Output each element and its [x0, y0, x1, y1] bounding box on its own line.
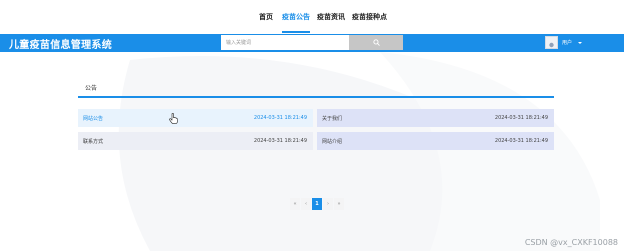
caret-down-icon [578, 42, 582, 44]
notice-date: 2024-03-31 18:21:49 [494, 115, 548, 121]
notice-date: 2024-03-31 18:21:49 [253, 115, 307, 121]
search-icon [372, 39, 380, 46]
notice-item[interactable]: 网站介绍 2024-03-31 18:21:49 [317, 132, 554, 150]
notice-date: 2024-03-31 18:21:49 [494, 138, 548, 144]
notice-title[interactable]: 关于我们 [322, 115, 342, 122]
notice-item[interactable]: 联系方式 2024-03-31 18:21:49 [78, 132, 313, 150]
top-navigation: 首页 疫苗公告 疫苗资讯 疫苗接种点 [0, 0, 624, 34]
notice-date: 2024-03-31 18:21:49 [253, 138, 307, 144]
user-label: 用户 [562, 40, 573, 46]
section-divider [78, 96, 554, 98]
search-button[interactable] [349, 35, 403, 50]
notice-item[interactable]: 关于我们 2024-03-31 18:21:49 [317, 109, 554, 127]
search-input[interactable] [221, 35, 349, 50]
section-title: 公告 [85, 85, 98, 92]
notice-title[interactable]: 网站介绍 [322, 138, 342, 145]
next-page-button[interactable]: › [323, 198, 333, 210]
watermark: CSDN @vx_CXKF10088 [524, 238, 618, 247]
site-title: 儿童疫苗信息管理系统 [9, 40, 112, 51]
hand-cursor-icon [169, 113, 178, 124]
nav-item-vaccination-sites[interactable]: 疫苗接种点 [352, 12, 387, 22]
prev-page-button[interactable]: ‹ [301, 198, 311, 210]
nav-active-indicator [282, 31, 310, 33]
nav-item-vaccine-notice[interactable]: 疫苗公告 [282, 12, 310, 22]
user-avatar-icon [545, 36, 558, 49]
nav-item-home[interactable]: 首页 [259, 12, 273, 22]
notice-title[interactable]: 网站公告 [83, 115, 103, 122]
header-bar: 儿童疫苗信息管理系统 用户 [0, 34, 624, 52]
last-page-button[interactable]: » [334, 198, 344, 210]
first-page-button[interactable]: « [290, 198, 300, 210]
nav-item-vaccine-news[interactable]: 疫苗资讯 [317, 12, 345, 22]
notice-title[interactable]: 联系方式 [83, 138, 103, 145]
notice-item[interactable]: 网站公告 2024-03-31 18:21:49 [78, 109, 313, 127]
page-number-button[interactable]: 1 [312, 198, 322, 210]
